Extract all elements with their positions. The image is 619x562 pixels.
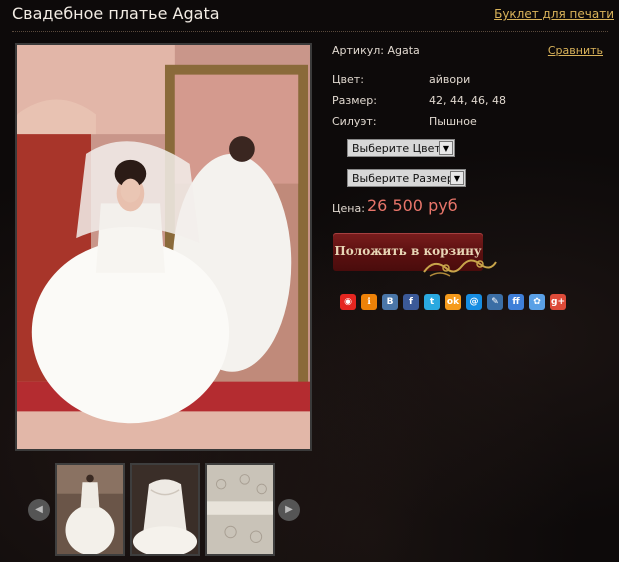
thumbnail-item[interactable] — [55, 463, 125, 556]
bride-in-mirror-image — [17, 45, 310, 449]
attribute-label: Размер: — [332, 94, 377, 107]
livejournal-icon[interactable]: ✎ — [487, 294, 503, 310]
chevron-down-icon: ▼ — [439, 141, 453, 155]
article-line: Артикул: Agata — [332, 44, 420, 57]
size-select-value: Выберите Размер — [352, 172, 454, 185]
googleplus-icon[interactable]: g+ — [550, 294, 566, 310]
thumb-bodice-closeup — [132, 465, 198, 554]
facebook-icon[interactable]: f — [403, 294, 419, 310]
main-product-photo[interactable] — [15, 43, 312, 451]
color-select-value: Выберите Цвет — [352, 142, 441, 155]
thumbnail-gallery: ◀ ▶ — [26, 463, 302, 557]
page-header: Свадебное платье Agata Буклет для печати — [0, 0, 619, 30]
size-select[interactable]: Выберите Размер ▼ — [347, 169, 466, 187]
price-value: 26 500 руб — [367, 196, 458, 215]
gallery-next-button[interactable]: ▶ — [278, 499, 300, 521]
odnoklassniki-like-icon[interactable]: ℹ — [361, 294, 377, 310]
thumbnail-item[interactable] — [130, 463, 200, 556]
thumb-fabric-detail — [207, 465, 273, 554]
attribute-value: 42, 44, 46, 48 — [429, 94, 506, 107]
attribute-label: Цвет: — [332, 73, 364, 86]
print-booklet-link[interactable]: Буклет для печати — [494, 7, 614, 21]
attribute-label: Силуэт: — [332, 115, 377, 128]
attribute-row-silhouette: Силуэт: Пышное — [332, 115, 606, 129]
article-value: Agata — [387, 44, 420, 57]
color-select[interactable]: Выберите Цвет ▼ — [347, 139, 455, 157]
compare-link[interactable]: Сравнить — [548, 44, 603, 57]
friendfeed-icon[interactable]: ff — [508, 294, 524, 310]
thumbnail-item[interactable] — [205, 463, 275, 556]
twitter-icon[interactable]: t — [424, 294, 440, 310]
gold-ornament-icon — [423, 259, 497, 277]
attribute-value: айвори — [429, 73, 471, 86]
attribute-row-color: Цвет: айвори — [332, 73, 606, 87]
attribute-value: Пышное — [429, 115, 477, 128]
price-label: Цена: — [332, 202, 365, 215]
thumb-front-dress — [57, 465, 123, 554]
moikrug-icon[interactable]: ✿ — [529, 294, 545, 310]
article-label: Артикул: — [332, 44, 384, 57]
yandex-icon[interactable]: ◉ — [340, 294, 356, 310]
chevron-down-icon: ▼ — [450, 171, 464, 185]
page-title: Свадебное платье Agata — [12, 4, 220, 23]
header-divider — [12, 31, 608, 32]
vkontakte-icon[interactable]: B — [382, 294, 398, 310]
odnoklassniki-icon[interactable]: ok — [445, 294, 461, 310]
attribute-row-size: Размер: 42, 44, 46, 48 — [332, 94, 606, 108]
gallery-prev-button[interactable]: ◀ — [28, 499, 50, 521]
mailru-icon[interactable]: @ — [466, 294, 482, 310]
